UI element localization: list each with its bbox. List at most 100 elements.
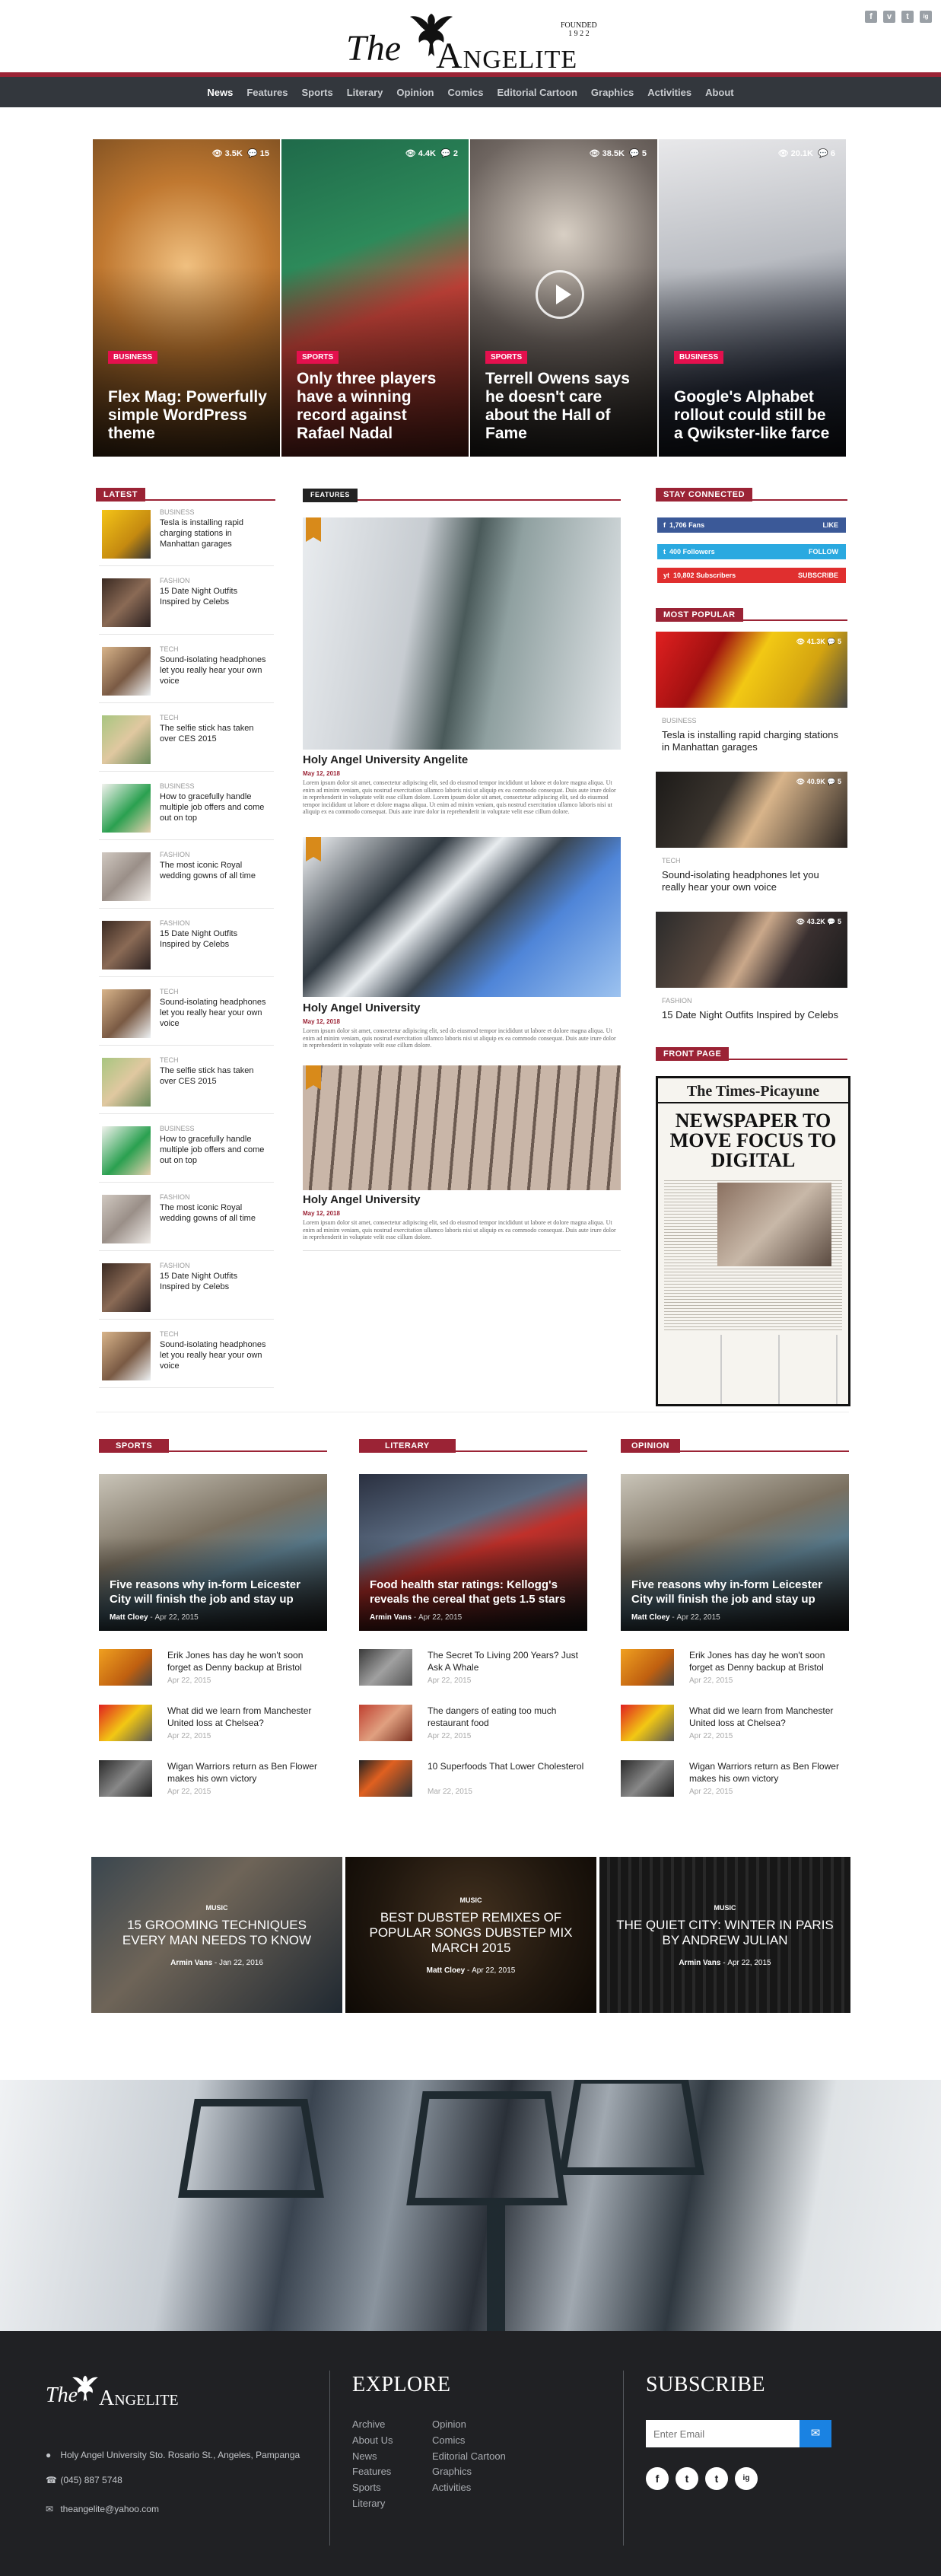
thumbnail[interactable] [102,1126,151,1175]
item-title[interactable]: Tesla is installing rapid charging stati… [662,729,841,753]
music-card[interactable]: MUSIC BEST DUBSTEP REMIXES OF POPULAR SO… [345,1857,596,2013]
item-title[interactable]: How to gracefully handle multiple job of… [160,791,266,823]
list-item[interactable]: Erik Jones has day he won't soon forget … [99,1649,327,1695]
popular-item[interactable]: 👁 43.2K 💬 5 FASHION 15 Date Night Outfit… [656,912,847,1033]
item-title[interactable]: The selfie stick has taken over CES 2015 [160,723,266,744]
nav-item-graphics[interactable]: Graphics [584,87,641,98]
featured-card[interactable]: Five reasons why in-form Leicester City … [621,1474,849,1631]
item-category[interactable]: BUSINESS [160,782,195,790]
thumbnail[interactable] [621,1760,674,1797]
thumbnail[interactable] [99,1760,152,1797]
item-title[interactable]: Erik Jones has day he won't soon forget … [689,1649,849,1673]
nav-item-editorial-cartoon[interactable]: Editorial Cartoon [490,87,583,98]
list-item[interactable]: TECH Sound-isolating headphones let you r… [99,985,274,1046]
list-item[interactable]: TECH Sound-isolating headphones let you r… [99,1327,274,1388]
thumbnail[interactable] [99,1649,152,1686]
tumblr-icon[interactable]: t [705,2467,728,2490]
hero-title[interactable]: Flex Mag: Powerfully simple WordPress th… [108,388,268,443]
hero-card[interactable]: 👁 3.5K 💬 15 BUSINESS Flex Mag: Powerfull… [93,139,280,457]
list-item[interactable]: Erik Jones has day he won't soon forget … [621,1649,849,1695]
instagram-icon[interactable]: ig [735,2467,758,2490]
twitter-icon[interactable]: t [676,2467,698,2490]
list-item[interactable]: TECH Sound-isolating headphones let you r… [99,642,274,703]
thumbnail[interactable] [102,1195,151,1243]
footer-link-comics[interactable]: Comics [432,2433,506,2449]
thumbnail[interactable] [102,510,151,559]
item-category[interactable]: FASHION [662,997,692,1005]
site-logo[interactable]: The Angelite FOUNDED 1 9 2 2 [346,6,597,76]
music-author[interactable]: Matt Cloey [427,1966,466,1975]
music-title[interactable]: THE QUIET CITY: WINTER IN PARIS BY ANDRE… [615,1918,835,1948]
hero-card[interactable]: 👁 38.5K 💬 5 SPORTS Terrell Owens says he… [470,139,657,457]
feature-image[interactable] [303,1065,621,1190]
vimeo-icon[interactable]: v [883,11,895,23]
feature-image[interactable] [303,837,621,997]
item-title[interactable]: 15 Date Night Outfits Inspired by Celebs [160,1271,266,1292]
music-category[interactable]: MUSIC [599,1904,850,1912]
thumbnail[interactable] [102,989,151,1038]
front-page-newspaper[interactable]: The Times-Picayune NEWSPAPER TO MOVE FOC… [656,1076,850,1406]
facebook-like-button[interactable]: f 1,706 Fans LIKE [657,517,846,533]
list-item[interactable]: FASHION The most iconic Royal wedding gow… [99,848,274,909]
item-category[interactable]: FASHION [160,1193,190,1201]
thumbnail[interactable] [102,921,151,970]
featured-card[interactable]: Five reasons why in-form Leicester City … [99,1474,327,1631]
thumbnail[interactable] [102,647,151,696]
nav-item-news[interactable]: News [200,87,240,98]
item-title[interactable]: Sound-isolating headphones let you reall… [160,1339,266,1371]
list-item[interactable]: BUSINESS How to gracefully handle multipl… [99,1122,274,1183]
music-author[interactable]: Armin Vans [679,1959,720,1967]
email-text[interactable]: theangelite@yahoo.com [60,2504,159,2514]
footer-link-archive[interactable]: Archive [352,2417,393,2433]
hero-title[interactable]: Only three players have a winning record… [297,370,456,443]
popular-item[interactable]: 👁 41.3K 💬 5 BUSINESS Tesla is installing… [656,632,847,761]
item-category[interactable]: FASHION [160,919,190,927]
thumbnail[interactable] [621,1705,674,1741]
item-category[interactable]: TECH [160,1330,179,1338]
nav-item-features[interactable]: Features [240,87,294,98]
subscribe-email-input[interactable] [646,2420,800,2447]
item-title[interactable]: What did we learn from Manchester United… [689,1705,849,1729]
list-item[interactable]: The dangers of eating too much restauran… [359,1705,587,1750]
thumbnail[interactable] [359,1705,412,1741]
thumbnail[interactable] [102,1058,151,1107]
music-title[interactable]: 15 GROOMING TECHNIQUES EVERY MAN NEEDS T… [106,1918,327,1948]
thumbnail[interactable] [621,1649,674,1686]
list-item[interactable]: FASHION The most iconic Royal wedding gow… [99,1190,274,1251]
footer-link-opinion[interactable]: Opinion [432,2417,506,2433]
category-badge[interactable]: BUSINESS [674,351,724,364]
list-item[interactable]: TECH The selfie stick has taken over CES … [99,1053,274,1114]
subscribe-button[interactable]: ✉ [800,2420,831,2447]
facebook-icon[interactable]: f [865,11,877,23]
footer-link-graphics[interactable]: Graphics [432,2464,506,2480]
thumbnail[interactable] [359,1649,412,1686]
item-category[interactable]: FASHION [160,577,190,584]
item-title[interactable]: Sound-isolating headphones let you reall… [160,997,266,1029]
feature-image[interactable] [303,517,621,750]
item-title[interactable]: Wigan Warriors return as Ben Flower make… [167,1760,327,1785]
youtube-subscribe-button[interactable]: yt 10,802 Subscribers SUBSCRIBE [657,568,846,583]
list-item[interactable]: What did we learn from Manchester United… [621,1705,849,1750]
footer-link-sports[interactable]: Sports [352,2480,393,2496]
thumbnail[interactable] [102,715,151,764]
thumbnail[interactable] [102,578,151,627]
hero-title[interactable]: Google's Alphabet rollout could still be… [674,388,834,443]
nav-item-comics[interactable]: Comics [441,87,491,98]
card-author[interactable]: Matt Cloey [110,1613,148,1622]
item-category[interactable]: TECH [160,1056,179,1064]
list-item[interactable]: What did we learn from Manchester United… [99,1705,327,1750]
list-item[interactable]: Wigan Warriors return as Ben Flower make… [99,1760,327,1806]
feature-article[interactable]: Holy Angel University Angelite May 12, 2… [303,517,621,829]
item-title[interactable]: What did we learn from Manchester United… [167,1705,327,1729]
featured-card[interactable]: Food health star ratings: Kellogg's reve… [359,1474,587,1631]
twitter-icon[interactable]: t [901,11,914,23]
item-category[interactable]: FASHION [160,851,190,858]
item-title[interactable]: Wigan Warriors return as Ben Flower make… [689,1760,849,1785]
twitter-follow-button[interactable]: t 400 Followers FOLLOW [657,544,846,559]
card-title[interactable]: Food health star ratings: Kellogg's reve… [370,1578,577,1606]
item-title[interactable]: Sound-isolating headphones let you reall… [160,654,266,686]
item-title[interactable]: Tesla is installing rapid charging stati… [160,517,266,549]
list-item[interactable]: BUSINESS How to gracefully handle multipl… [99,779,274,840]
hero-card[interactable]: 👁 20.1K 💬 6 BUSINESS Google's Alphabet r… [659,139,846,457]
feature-article[interactable]: Holy Angel University May 12, 2018 Lorem… [303,837,621,1050]
